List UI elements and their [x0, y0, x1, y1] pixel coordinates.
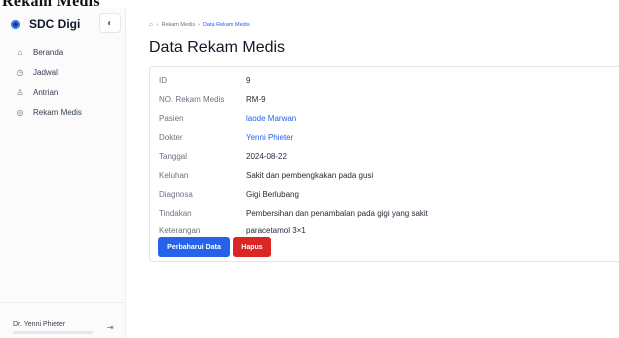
sidebar-item-jadwal[interactable]: ◷ Jadwal — [0, 62, 126, 82]
field-value: Gigi Berlubang — [246, 189, 299, 199]
field-row-diagnosa: Diagnosa Gigi Berlubang — [159, 189, 299, 199]
sidebar-item-label: Jadwal — [33, 67, 58, 77]
logout-icon[interactable]: ⇥ — [107, 323, 114, 332]
sidebar: SDC Digi ◐ ⌂ Beranda ◷ Jadwal ♙ Antrian … — [0, 8, 126, 338]
field-label: Tindakan — [159, 208, 192, 218]
doctor-link[interactable]: Yenni Phieter — [246, 133, 293, 142]
logo-icon — [11, 19, 20, 29]
record-detail-card: ID 9 NO. Rekam Medis RM-9 Pasien laode M… — [149, 66, 619, 262]
delete-button[interactable]: Hapus — [233, 237, 271, 257]
update-data-button[interactable]: Perbaharui Data — [158, 237, 230, 257]
field-label: ID — [159, 75, 167, 85]
field-row-tindakan: Tindakan Pembersihan dan penambalan pada… — [159, 208, 428, 218]
sidebar-item-rekam-medis[interactable]: ◎ Rekam Medis — [0, 102, 126, 122]
field-row-tanggal: Tanggal 2024-08-22 — [159, 151, 287, 161]
breadcrumb-separator: › — [156, 22, 159, 28]
breadcrumb-item-rekam-medis[interactable]: Rekam Medis — [161, 22, 195, 28]
field-label: Tanggal — [159, 151, 188, 161]
moon-icon: ◐ — [106, 17, 114, 29]
field-row-keterangan: Keterangan paracetamol 3×1 — [159, 225, 306, 235]
record-icon: ◎ — [16, 107, 24, 117]
user-role-placeholder — [13, 331, 93, 334]
sidebar-item-antrian[interactable]: ♙ Antrian — [0, 82, 126, 102]
sidebar-item-label: Rekam Medis — [33, 107, 82, 117]
person-icon: ♙ — [16, 87, 24, 97]
sidebar-item-label: Antrian — [33, 87, 59, 97]
clock-icon: ◷ — [16, 67, 24, 77]
patient-link[interactable]: laode Marwan — [246, 114, 296, 123]
breadcrumb-item-current[interactable]: Data Rekam Medis — [203, 22, 250, 28]
field-label: Dokter — [159, 132, 183, 142]
breadcrumb: ⌂ › Rekam Medis › Data Rekam Medis — [149, 22, 250, 28]
field-label: Keterangan — [159, 225, 201, 235]
sidebar-nav: ⌂ Beranda ◷ Jadwal ♙ Antrian ◎ Rekam Med… — [0, 42, 126, 122]
field-value: Pembersihan dan penambalan pada gigi yan… — [246, 208, 428, 218]
main-content: ⌂ › Rekam Medis › Data Rekam Medis Data … — [126, 8, 619, 338]
field-row-dokter: Dokter Yenni Phieter — [159, 132, 293, 142]
sidebar-item-label: Beranda — [33, 47, 64, 57]
field-value: RM-9 — [246, 94, 266, 104]
user-panel: Dr. Yenni Phieter ⇥ — [0, 302, 126, 338]
breadcrumb-separator: › — [198, 22, 200, 28]
field-label: NO. Rekam Medis — [159, 94, 225, 104]
field-value: 2024-08-22 — [246, 151, 287, 161]
field-value: paracetamol 3×1 — [246, 225, 306, 235]
brand-name: SDC Digi — [29, 17, 81, 31]
user-name: Dr. Yenni Phieter — [13, 321, 66, 328]
home-icon: ⌂ — [17, 47, 23, 57]
field-value: Sakit dan pembengkakan pada gusi — [246, 170, 374, 180]
theme-toggle-button[interactable]: ◐ — [99, 13, 121, 33]
field-label: Pasien — [159, 113, 184, 123]
field-row-id: ID 9 — [159, 75, 250, 85]
field-row-pasien: Pasien laode Marwan — [159, 113, 296, 123]
field-row-no-rekam-medis: NO. Rekam Medis RM-9 — [159, 94, 266, 104]
sidebar-item-beranda[interactable]: ⌂ Beranda — [0, 42, 126, 62]
field-label: Keluhan — [159, 170, 189, 180]
page-title: Data Rekam Medis — [149, 39, 286, 56]
home-icon[interactable]: ⌂ — [149, 22, 153, 28]
field-label: Diagnosa — [159, 189, 193, 199]
field-value: 9 — [246, 75, 251, 85]
brand[interactable]: SDC Digi — [11, 13, 80, 35]
field-row-keluhan: Keluhan Sakit dan pembengkakan pada gusi — [159, 170, 373, 180]
